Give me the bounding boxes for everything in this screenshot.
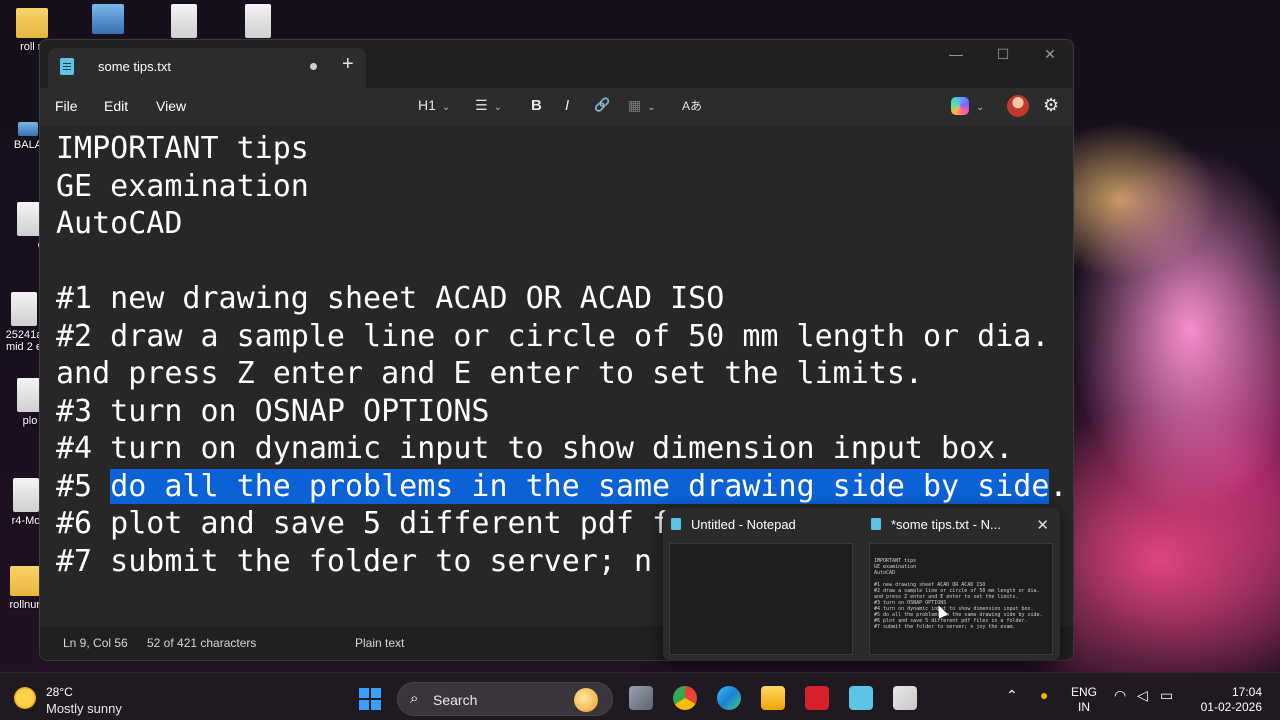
task-view-icon[interactable]	[629, 686, 653, 710]
taskbar-search[interactable]: ⌕ Search	[397, 682, 613, 716]
folder-icon	[16, 8, 48, 38]
desktop-icon-document-1[interactable]	[164, 4, 204, 41]
chevron-up-icon[interactable]: ⌃	[1006, 687, 1018, 704]
search-label: Search	[433, 692, 478, 708]
maximize-button[interactable]: ☐	[983, 46, 1023, 63]
clock-date: 01-02-2026	[1200, 700, 1262, 714]
taskbar-preview: Untitled - Notepad *some tips.txt - N...…	[663, 508, 1060, 661]
microphone-icon[interactable]: ●	[1040, 687, 1048, 703]
preview-thumbnail: IMPORTANT tips GE examination AutoCAD #1…	[869, 543, 1053, 655]
autocad-icon[interactable]	[805, 686, 829, 710]
editor-line: #1 new drawing sheet ACAD OR ACAD ISO	[56, 281, 725, 316]
preview-untitled-notepad[interactable]: Untitled - Notepad	[663, 508, 859, 661]
bold-button[interactable]: B	[531, 97, 542, 114]
document-icon	[171, 4, 197, 38]
editor-line: #6 plot and save 5 different pdf f	[56, 506, 671, 541]
editor-line: IMPORTANT tips	[56, 131, 309, 166]
battery-icon[interactable]: ▭	[1160, 687, 1173, 704]
editor-line: #7 submit the folder to server; n	[56, 543, 653, 579]
menu-file[interactable]: File	[55, 98, 78, 114]
tab-title: some tips.txt	[98, 59, 171, 74]
document-icon	[11, 292, 37, 326]
title-bar: some tips.txt + — ☐ ✕	[40, 40, 1073, 88]
language-code: ENG	[1071, 685, 1098, 699]
new-tab-button[interactable]: +	[342, 54, 354, 74]
line-suffix: .	[1049, 468, 1068, 504]
search-icon: ⌕	[410, 690, 419, 707]
close-button[interactable]: ✕	[1030, 46, 1070, 63]
character-count: 52 of 421 characters	[147, 636, 257, 650]
tab-some-tips[interactable]: some tips.txt	[48, 48, 366, 88]
search-highlight-icon	[574, 688, 598, 712]
file-explorer-icon[interactable]	[761, 686, 785, 710]
list-icon: ☰	[475, 97, 488, 113]
wifi-icon[interactable]: ◠	[1114, 687, 1126, 704]
copilot-icon[interactable]	[951, 97, 969, 115]
clock[interactable]: 17:04 01-02-2026	[1196, 685, 1262, 715]
folder-icon	[10, 566, 42, 596]
document-icon	[245, 4, 271, 38]
clock-time: 17:04	[1231, 685, 1262, 699]
notepad-icon	[871, 518, 881, 530]
line-prefix: #5	[56, 468, 111, 504]
editor-line: #2 draw a sample line or circle of 50 mm…	[56, 318, 1050, 354]
desktop-icon-document-2[interactable]	[238, 4, 278, 41]
format-indicator: Plain text	[355, 636, 405, 650]
desktop-icon-computer[interactable]	[88, 4, 128, 37]
menu-view[interactable]: View	[156, 98, 186, 114]
preview-thumbnail-text: IMPORTANT tips GE examination AutoCAD #1…	[874, 558, 1043, 630]
gear-icon[interactable]: ⚙	[1043, 95, 1059, 116]
taskbar: 28°C Mostly sunny ⌕ Search ⌃ ● ENG IN ◠ …	[0, 672, 1280, 720]
cursor-position: Ln 9, Col 56	[63, 636, 128, 650]
menu-edit[interactable]: Edit	[104, 98, 128, 114]
link-icon[interactable]: 🔗	[594, 97, 610, 113]
editor-line: #3 turn on OSNAP OPTIONS	[56, 393, 490, 429]
menu-bar: File Edit View H1 ⌄ ☰ ⌄ B I 🔗 ▦ ⌄ Aあ ⌄ ⚙	[40, 88, 1073, 126]
chevron-down-icon: ⌄	[647, 102, 656, 113]
preview-close-button[interactable]: ✕	[1036, 516, 1049, 534]
unsaved-dot-icon	[310, 63, 317, 70]
minimize-button[interactable]: —	[936, 46, 976, 62]
chevron-down-icon[interactable]: ⌄	[976, 97, 984, 113]
snipping-tool-icon[interactable]	[893, 686, 917, 710]
language-indicator[interactable]: ENG IN	[1071, 685, 1097, 715]
text-selection: do all the problems in the same drawing …	[110, 468, 1050, 504]
notepad-taskbar-icon[interactable]	[849, 686, 873, 710]
heading-label: H1	[418, 97, 436, 113]
table-icon: ▦	[628, 97, 642, 113]
preview-title: Untitled - Notepad	[691, 517, 796, 532]
list-dropdown[interactable]: ☰ ⌄	[475, 97, 502, 114]
table-dropdown[interactable]: ▦ ⌄	[628, 97, 656, 114]
weather-condition: Mostly sunny	[46, 701, 122, 716]
weather-temp: 28°C	[46, 685, 73, 699]
region-code: IN	[1078, 700, 1090, 714]
preview-thumbnail	[669, 543, 853, 655]
start-button[interactable]	[359, 688, 381, 710]
editor-line: GE examination	[56, 168, 309, 204]
computer-icon	[92, 4, 124, 34]
volume-icon[interactable]: ◁	[1137, 687, 1148, 704]
app-icon	[18, 122, 38, 136]
chevron-down-icon: ⌄	[441, 102, 451, 113]
notepad-icon	[671, 518, 681, 530]
editor-line: #4 turn on dynamic input to show dimensi…	[56, 431, 1014, 466]
chevron-down-icon: ⌄	[493, 102, 502, 113]
document-icon	[13, 478, 39, 512]
chrome-icon[interactable]	[673, 686, 697, 710]
italic-button[interactable]: I	[565, 97, 569, 114]
spellcheck-icon[interactable]: Aあ	[682, 97, 702, 114]
heading-dropdown[interactable]: H1 ⌄	[418, 97, 450, 113]
notepad-file-icon	[60, 58, 74, 75]
edge-icon[interactable]	[717, 686, 741, 710]
preview-title: *some tips.txt - N...	[891, 517, 1001, 532]
editor-line: AutoCAD	[56, 206, 183, 241]
avatar[interactable]	[1007, 95, 1029, 117]
preview-some-tips[interactable]: *some tips.txt - N... ✕ IMPORTANT tips G…	[863, 508, 1059, 661]
editor-line: and press Z enter and E enter to set the…	[56, 356, 923, 391]
sun-icon	[14, 687, 36, 709]
editor-line-selected: #5 do all the problems in the same drawi…	[56, 468, 1067, 506]
